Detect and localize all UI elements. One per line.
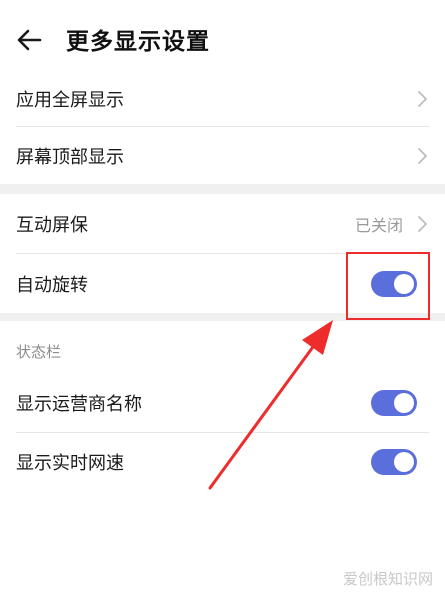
row-value: 已关闭 xyxy=(354,216,403,235)
header: 更多显示设置 xyxy=(0,0,445,78)
page-title: 更多显示设置 xyxy=(66,29,210,55)
row-label: 应用全屏显示 xyxy=(16,90,124,111)
settings-row-screen-top-display[interactable]: 屏幕顶部显示 xyxy=(16,127,429,185)
carrier-name-toggle[interactable] xyxy=(371,390,417,416)
settings-row-app-fullscreen[interactable]: 应用全屏显示 xyxy=(16,70,429,128)
section-separator xyxy=(0,184,445,194)
chevron-right-icon xyxy=(418,91,427,107)
chevron-right-icon xyxy=(418,216,427,232)
annotation-highlight-box xyxy=(346,252,430,320)
row-label: 自动旋转 xyxy=(16,275,88,296)
row-label: 互动屏保 xyxy=(16,215,88,236)
network-speed-toggle[interactable] xyxy=(371,449,417,475)
watermark: 爱创根知识网 xyxy=(342,570,433,588)
section-title-statusbar: 状态栏 xyxy=(16,343,62,361)
back-arrow-icon xyxy=(17,29,42,51)
settings-row-show-network-speed[interactable]: 显示实时网速 xyxy=(16,433,429,491)
back-button[interactable] xyxy=(14,24,46,56)
toggle-knob xyxy=(394,393,414,413)
toggle-knob xyxy=(394,452,414,472)
row-label: 显示实时网速 xyxy=(16,453,124,474)
settings-row-interactive-screensaver[interactable]: 互动屏保 已关闭 xyxy=(16,195,429,253)
settings-row-show-carrier-name[interactable]: 显示运营商名称 xyxy=(16,374,429,432)
chevron-right-icon xyxy=(418,148,427,164)
row-label: 显示运营商名称 xyxy=(16,394,142,415)
row-label: 屏幕顶部显示 xyxy=(16,147,124,168)
